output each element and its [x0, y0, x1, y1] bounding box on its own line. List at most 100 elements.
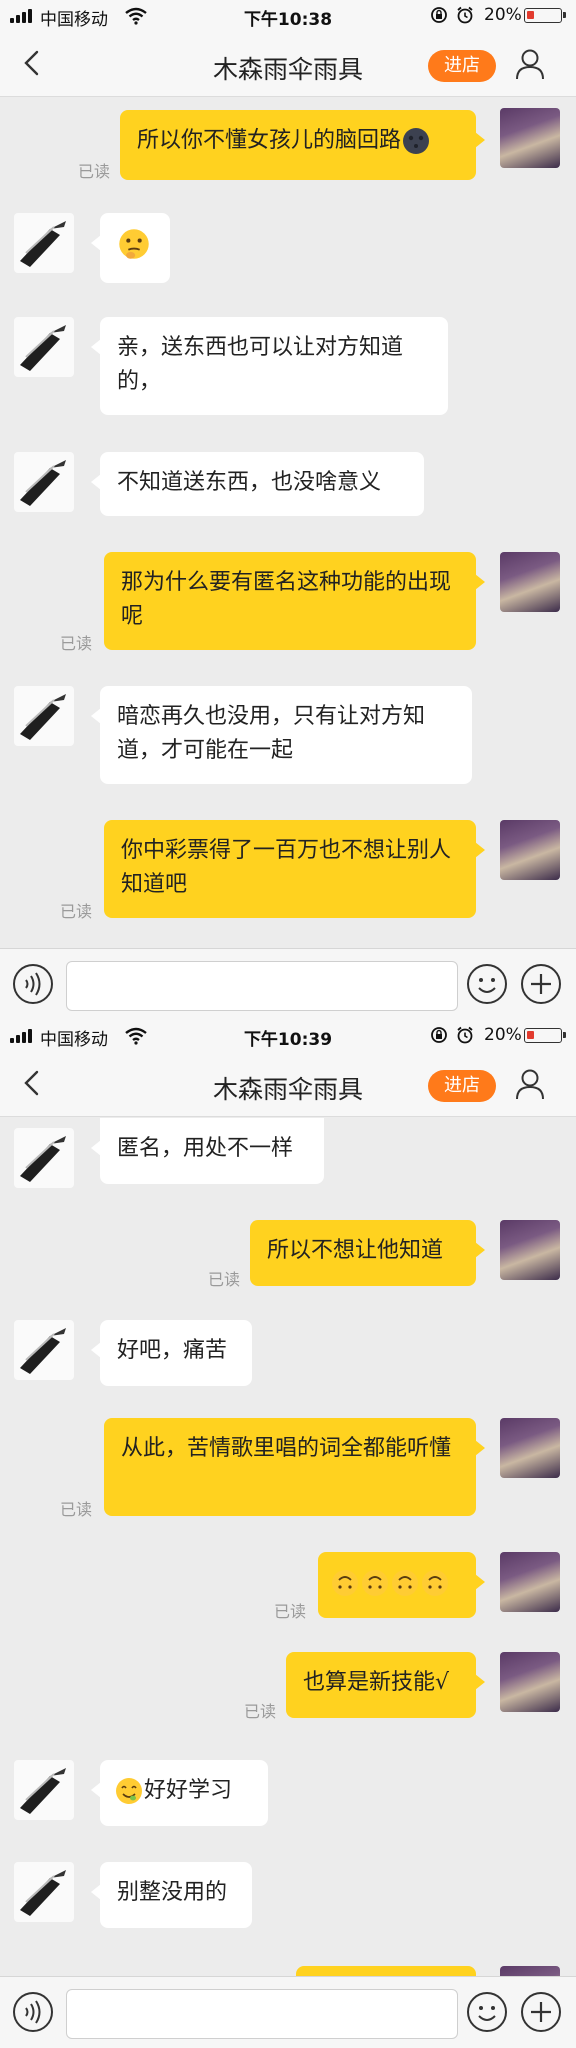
shop-avatar[interactable]	[14, 1760, 74, 1820]
shop-avatar[interactable]	[14, 1862, 74, 1922]
message-row: 已读 你中彩票得了一百万也不想让别人知道吧	[0, 820, 576, 921]
read-receipt: 已读	[78, 162, 111, 181]
input-bar	[0, 948, 576, 1020]
message-text: 从此，苦情歌里唱的词全都能听懂	[121, 1436, 452, 1461]
upside-down-face-icon	[422, 1570, 448, 1596]
my-avatar[interactable]	[500, 552, 560, 612]
voice-input-icon[interactable]	[12, 963, 54, 1005]
my-avatar[interactable]	[500, 1652, 560, 1712]
thinking-face-icon	[119, 229, 149, 259]
message-row: 已读 所以不想让他知道	[0, 1220, 576, 1290]
message-text: 所以你不懂女孩儿的脑回路	[137, 128, 402, 153]
chat-screenshot-1: 中国移动 下午10:38 20% 木森雨伞雨具 进店 已读 所以你不懂女孩儿的脑…	[0, 0, 576, 1020]
read-receipt: 已读	[244, 1702, 277, 1721]
message-row: 好好学习	[0, 1760, 576, 1830]
outgoing-message-bubble[interactable]	[318, 1552, 485, 1618]
shop-avatar[interactable]	[14, 686, 74, 746]
read-receipt: 已读	[274, 1602, 307, 1621]
message-text: 那为什么要有匿名这种功能的出现呢	[121, 570, 452, 629]
message-row: 已读 所以你不懂女孩儿的脑回路	[0, 108, 576, 188]
battery-icon	[524, 8, 566, 23]
message-row: 好吧，痛苦	[0, 1320, 576, 1390]
message-text: 所以不想让他知道	[267, 1238, 444, 1263]
read-receipt: 已读	[208, 1270, 241, 1289]
message-row: 暗恋再久也没用，只有让对方知道，才可能在一起	[0, 686, 576, 786]
message-row: 已读 也算是新技能√	[0, 1652, 576, 1722]
message-text: 亲，送东西也可以让对方知道的，	[117, 335, 404, 394]
nav-bar: 木森雨伞雨具 进店	[0, 32, 576, 97]
message-row: 别整没用的	[0, 1862, 576, 1932]
nav-bar: 木森雨伞雨具 进店	[0, 1052, 576, 1117]
read-receipt: 已读	[60, 634, 93, 653]
outgoing-message-bubble[interactable]: 从此，苦情歌里唱的词全都能听懂	[104, 1418, 485, 1516]
new-moon-face-icon	[403, 128, 430, 154]
shop-avatar[interactable]	[14, 1320, 74, 1380]
chat-screenshot-2: 中国移动 下午10:39 20% 木森雨伞雨具 进店 匿名，用处不一样 已读 所…	[0, 1020, 576, 2048]
message-row: 匿名，用处不一样	[0, 1118, 576, 1204]
incoming-message-bubble[interactable]: 不知道送东西，也没啥意义	[91, 452, 424, 516]
outgoing-message-bubble[interactable]: 那为什么要有匿名这种功能的出现呢	[104, 552, 485, 650]
upside-down-face-icon	[332, 1570, 358, 1596]
rotation-lock-icon	[431, 7, 447, 23]
plus-button-icon[interactable]	[520, 963, 562, 1005]
shop-avatar[interactable]	[14, 213, 74, 273]
status-bar: 中国移动 下午10:39 20%	[0, 1020, 576, 1052]
input-bar	[0, 1976, 576, 2048]
emoji-button-icon[interactable]	[466, 1991, 508, 2033]
voice-input-icon[interactable]	[12, 1991, 54, 2033]
alarm-icon	[457, 1026, 473, 1044]
upside-down-face-icon	[392, 1570, 418, 1596]
enter-store-button[interactable]: 进店	[428, 1070, 496, 1102]
incoming-message-bubble[interactable]: 好吧，痛苦	[91, 1320, 252, 1386]
message-row: 亲，送东西也可以让对方知道的，	[0, 317, 576, 417]
battery-percent: 20%	[484, 1025, 522, 1045]
message-row: 已读 从此，苦情歌里唱的词全都能听懂	[0, 1418, 576, 1519]
message-text: 好好学习	[144, 1778, 233, 1803]
shop-avatar[interactable]	[14, 1128, 74, 1188]
message-row: 已读	[0, 1552, 576, 1622]
read-receipt: 已读	[60, 1500, 93, 1519]
my-avatar[interactable]	[500, 820, 560, 880]
my-avatar[interactable]	[500, 1552, 560, 1612]
battery-icon	[524, 1028, 566, 1043]
incoming-message-bubble[interactable]: 别整没用的	[91, 1862, 252, 1928]
read-receipt: 已读	[60, 902, 93, 921]
profile-icon[interactable]	[512, 46, 548, 82]
plus-button-icon[interactable]	[520, 1991, 562, 2033]
upside-down-face-icon	[362, 1570, 388, 1596]
battery-percent: 20%	[484, 5, 522, 25]
message-row: 不知道送东西，也没啥意义	[0, 452, 576, 522]
my-avatar[interactable]	[500, 1220, 560, 1280]
profile-icon[interactable]	[512, 1066, 548, 1102]
enter-store-button[interactable]: 进店	[428, 50, 496, 82]
message-text: 匿名，用处不一样	[117, 1136, 294, 1161]
shop-avatar[interactable]	[14, 452, 74, 512]
message-text: 不知道送东西，也没啥意义	[117, 470, 382, 495]
outgoing-message-bubble[interactable]: 所以不想让他知道	[250, 1220, 485, 1286]
incoming-message-bubble[interactable]: 好好学习	[91, 1760, 268, 1826]
message-input[interactable]	[66, 961, 458, 1011]
alarm-icon	[457, 6, 473, 24]
message-text: 别整没用的	[117, 1880, 228, 1905]
message-row: 已读 那为什么要有匿名这种功能的出现呢	[0, 552, 576, 653]
outgoing-message-bubble[interactable]: 所以你不懂女孩儿的脑回路	[120, 110, 485, 180]
status-bar: 中国移动 下午10:38 20%	[0, 0, 576, 32]
message-input[interactable]	[66, 1989, 458, 2039]
message-text: 暗恋再久也没用，只有让对方知道，才可能在一起	[117, 704, 426, 763]
shop-avatar[interactable]	[14, 317, 74, 377]
message-text: 你中彩票得了一百万也不想让别人知道吧	[121, 838, 452, 897]
incoming-message-bubble[interactable]: 匿名，用处不一样	[91, 1118, 324, 1184]
my-avatar[interactable]	[500, 1418, 560, 1478]
incoming-message-bubble[interactable]: 暗恋再久也没用，只有让对方知道，才可能在一起	[91, 686, 472, 784]
message-text: 也算是新技能√	[303, 1670, 450, 1695]
incoming-message-bubble[interactable]: 亲，送东西也可以让对方知道的，	[91, 317, 448, 415]
face-savoring-food-icon	[116, 1778, 142, 1804]
outgoing-message-bubble[interactable]: 也算是新技能√	[286, 1652, 485, 1718]
rotation-lock-icon	[431, 1027, 447, 1043]
incoming-message-bubble[interactable]	[91, 213, 170, 283]
outgoing-message-bubble[interactable]: 你中彩票得了一百万也不想让别人知道吧	[104, 820, 485, 918]
message-row	[0, 213, 576, 287]
emoji-button-icon[interactable]	[466, 963, 508, 1005]
my-avatar[interactable]	[500, 108, 560, 168]
message-text: 好吧，痛苦	[117, 1338, 228, 1363]
